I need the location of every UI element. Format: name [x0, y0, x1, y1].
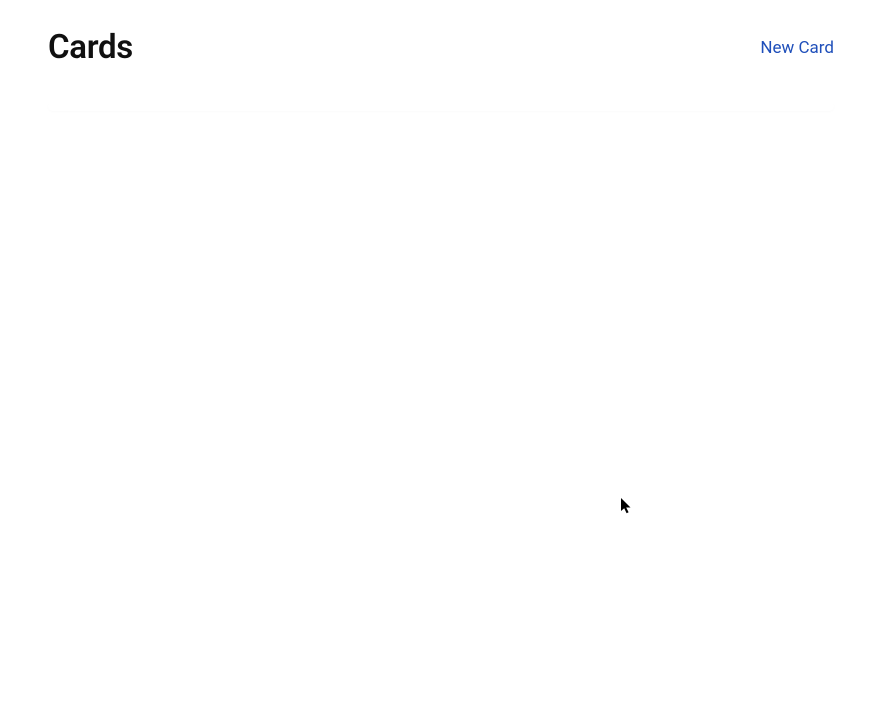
- new-card-button[interactable]: New Card: [760, 38, 834, 58]
- page-title: Cards: [48, 28, 133, 67]
- header-row: Cards New Card: [48, 28, 834, 67]
- cards-panel: [48, 101, 834, 111]
- cards-page: Cards New Card: [0, 0, 882, 710]
